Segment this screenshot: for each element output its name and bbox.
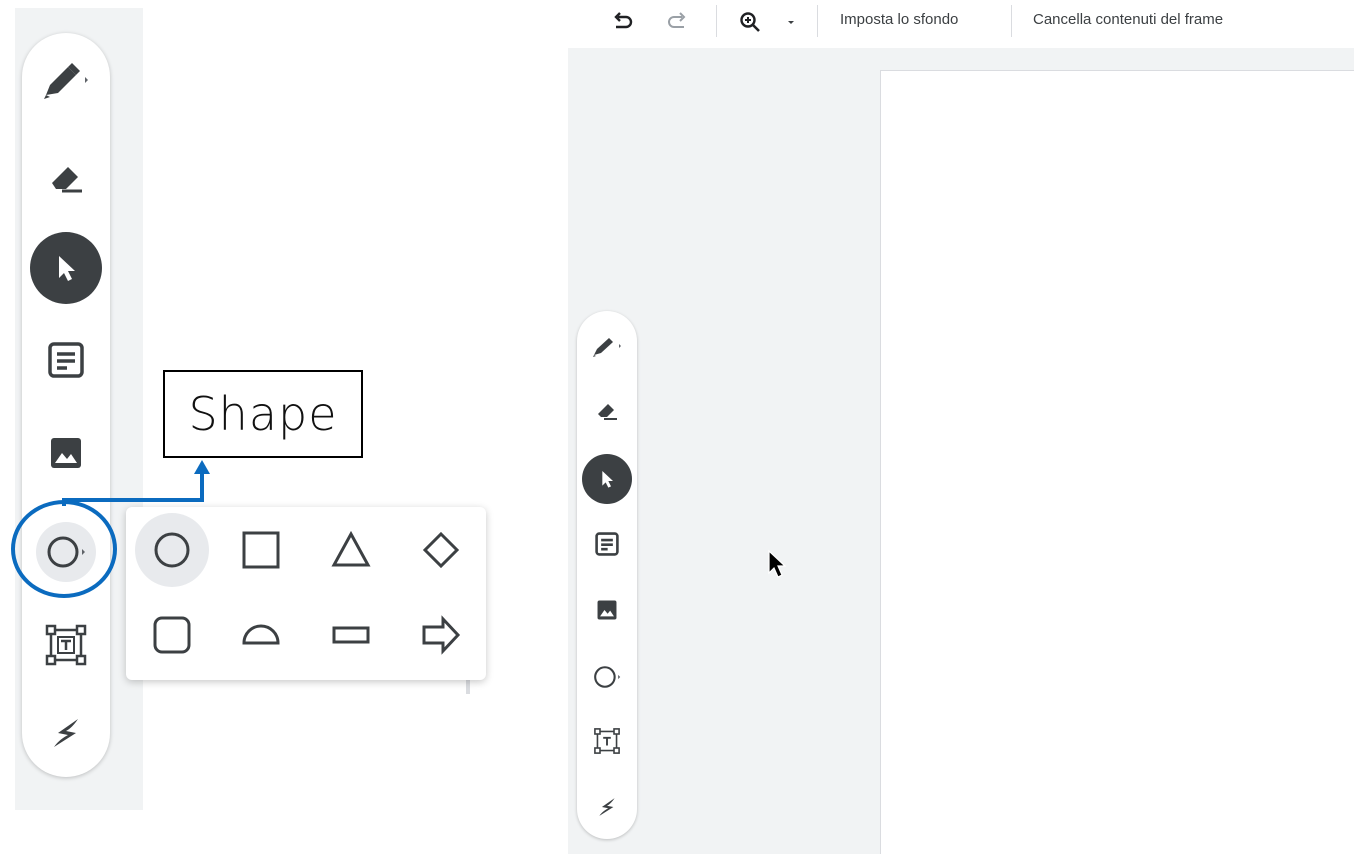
select-icon xyxy=(602,471,613,488)
triangle-shape-option[interactable] xyxy=(314,513,388,587)
side-toolbar xyxy=(577,311,637,839)
select-tool-button[interactable] xyxy=(582,454,632,504)
triangle-icon xyxy=(331,530,371,567)
square-shape-option[interactable] xyxy=(224,513,298,587)
redo-button[interactable] xyxy=(664,8,692,36)
circle-shape-icon xyxy=(594,666,621,688)
laser-pointer-icon xyxy=(599,798,615,816)
shape-options-popover xyxy=(126,507,486,680)
diamond-shape-option[interactable] xyxy=(404,513,478,587)
pen-icon xyxy=(593,338,621,357)
zoom-in-icon xyxy=(740,12,760,32)
shape-tool-button[interactable] xyxy=(591,663,623,691)
toolbar-separator xyxy=(716,5,717,37)
jamboard-frame[interactable] xyxy=(880,70,1354,854)
undo-icon xyxy=(614,12,633,29)
text-box-icon[interactable] xyxy=(44,623,88,667)
text-box-icon xyxy=(594,728,620,754)
dropdown-arrow-icon xyxy=(788,21,794,24)
arrow-shape-option[interactable] xyxy=(404,598,478,672)
eraser-icon xyxy=(598,404,617,420)
toolbar-separator xyxy=(1011,5,1012,37)
image-icon xyxy=(597,600,617,620)
zoom-dropdown-button[interactable] xyxy=(780,8,802,36)
half-circle-shape-option[interactable] xyxy=(224,598,298,672)
rounded-square-shape-option[interactable] xyxy=(135,598,209,672)
diamond-icon xyxy=(422,531,460,569)
redo-icon xyxy=(668,12,686,28)
sticky-note-tool-button[interactable] xyxy=(594,531,620,557)
undo-button[interactable] xyxy=(608,8,636,36)
rectangle-shape-option[interactable] xyxy=(314,598,388,672)
toolbar-separator xyxy=(817,5,818,37)
laser-pointer-icon[interactable] xyxy=(44,711,88,755)
top-toolbar: Imposta lo sfondo Cancella contenuti del… xyxy=(568,0,1354,48)
eraser-tool-button[interactable] xyxy=(593,398,621,422)
circle-icon xyxy=(154,532,190,568)
text-box-tool-button[interactable] xyxy=(593,727,621,755)
rounded-square-icon xyxy=(153,616,191,654)
laser-tool-button[interactable] xyxy=(593,793,621,821)
arrow-icon xyxy=(422,615,461,655)
sticky-note-icon xyxy=(595,532,619,556)
shape-callout-label: Shape xyxy=(163,370,363,458)
set-background-button[interactable]: Imposta lo sfondo xyxy=(840,10,958,30)
callout-connector-arrow xyxy=(62,460,210,506)
zoom-in-button[interactable] xyxy=(736,8,764,36)
square-icon xyxy=(242,531,280,569)
rectangle-icon xyxy=(332,626,370,644)
half-circle-icon xyxy=(242,624,280,645)
clear-frame-button[interactable]: Cancella contenuti del frame xyxy=(1033,10,1223,30)
circle-shape-option[interactable] xyxy=(135,513,209,587)
mouse-pointer-icon xyxy=(768,549,787,578)
pen-tool-button[interactable] xyxy=(590,333,624,359)
image-tool-button[interactable] xyxy=(595,598,619,622)
